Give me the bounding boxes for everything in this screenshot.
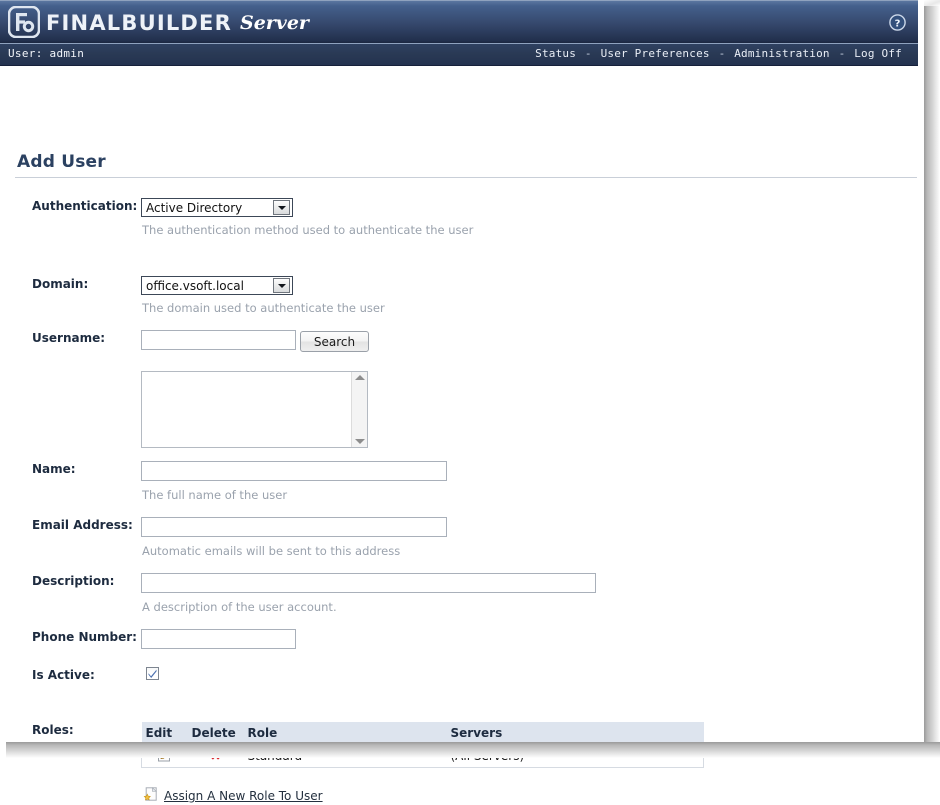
domain-label: Domain: bbox=[32, 277, 89, 291]
application-page: FINALBUILDER Server ? User: admin Status… bbox=[0, 0, 924, 803]
domain-select[interactable]: office.vsoft.local bbox=[141, 276, 293, 295]
name-hint: The full name of the user bbox=[142, 488, 288, 502]
listbox-scrollbar[interactable] bbox=[351, 372, 367, 447]
brand-title: FINALBUILDER Server bbox=[46, 9, 309, 37]
roles-label: Roles: bbox=[32, 723, 74, 737]
authentication-value: Active Directory bbox=[146, 200, 243, 215]
column-header-delete: Delete bbox=[187, 722, 244, 744]
search-results-listbox[interactable] bbox=[141, 371, 368, 448]
nav-link-administration[interactable]: Administration bbox=[734, 47, 830, 60]
username-label: Username: bbox=[32, 331, 106, 345]
svg-text:?: ? bbox=[895, 18, 901, 29]
nav-separator: - bbox=[584, 47, 592, 60]
is-active-label: Is Active: bbox=[32, 668, 95, 682]
search-button[interactable]: Search bbox=[300, 331, 369, 352]
phone-input[interactable] bbox=[141, 629, 296, 649]
roles-table-header-row: Edit Delete Role Servers bbox=[141, 722, 704, 744]
brand-secondary: Server bbox=[239, 12, 309, 34]
name-label: Name: bbox=[32, 462, 76, 476]
domain-value: office.vsoft.local bbox=[146, 278, 244, 293]
nav-link-user-preferences[interactable]: User Preferences bbox=[601, 47, 710, 60]
app-header: FINALBUILDER Server ? bbox=[0, 0, 918, 44]
description-hint: A description of the user account. bbox=[142, 600, 337, 614]
assign-new-role-label: Assign A New Role To User bbox=[164, 789, 323, 803]
domain-hint: The domain used to authenticate the user bbox=[142, 301, 385, 315]
scroll-up-arrow-icon[interactable] bbox=[354, 375, 365, 380]
column-header-servers: Servers bbox=[446, 722, 704, 744]
chevron-down-icon[interactable] bbox=[273, 200, 290, 215]
search-results-area[interactable] bbox=[142, 372, 351, 447]
nav-link-log-off[interactable]: Log Off bbox=[854, 47, 902, 60]
help-question-icon[interactable]: ? bbox=[889, 14, 906, 31]
authentication-hint: The authentication method used to authen… bbox=[142, 223, 474, 237]
description-input[interactable] bbox=[141, 573, 596, 593]
phone-label: Phone Number: bbox=[32, 630, 137, 644]
nav-links: Status - User Preferences - Administrati… bbox=[535, 47, 902, 60]
nav-link-status[interactable]: Status bbox=[535, 47, 576, 60]
nav-separator: - bbox=[718, 47, 726, 60]
authentication-select[interactable]: Active Directory bbox=[141, 198, 293, 217]
page-shadow-right bbox=[924, 6, 940, 758]
chevron-down-icon[interactable] bbox=[273, 278, 290, 293]
email-label: Email Address: bbox=[32, 518, 133, 532]
is-active-checkbox[interactable] bbox=[146, 667, 159, 680]
assign-new-role-link[interactable]: Assign A New Role To User bbox=[143, 787, 323, 805]
navigation-bar: User: admin Status - User Preferences - … bbox=[0, 44, 918, 66]
current-user-label: User: admin bbox=[8, 47, 85, 60]
finalbuilder-logo-icon bbox=[7, 5, 41, 39]
description-label: Description: bbox=[32, 574, 115, 588]
column-header-edit: Edit bbox=[141, 722, 188, 744]
brand-primary: FINALBUILDER bbox=[46, 11, 232, 35]
column-header-role: Role bbox=[243, 722, 447, 744]
name-input[interactable] bbox=[141, 461, 447, 481]
authentication-label: Authentication: bbox=[32, 199, 138, 213]
title-divider bbox=[15, 177, 917, 178]
email-input[interactable] bbox=[141, 517, 447, 537]
scroll-down-arrow-icon[interactable] bbox=[354, 439, 365, 444]
username-input[interactable] bbox=[141, 330, 296, 350]
page-shadow-bottom bbox=[6, 742, 940, 758]
nav-separator: - bbox=[838, 47, 846, 60]
new-page-star-icon bbox=[143, 787, 158, 805]
page-title: Add User bbox=[17, 152, 106, 172]
email-hint: Automatic emails will be sent to this ad… bbox=[142, 544, 401, 558]
